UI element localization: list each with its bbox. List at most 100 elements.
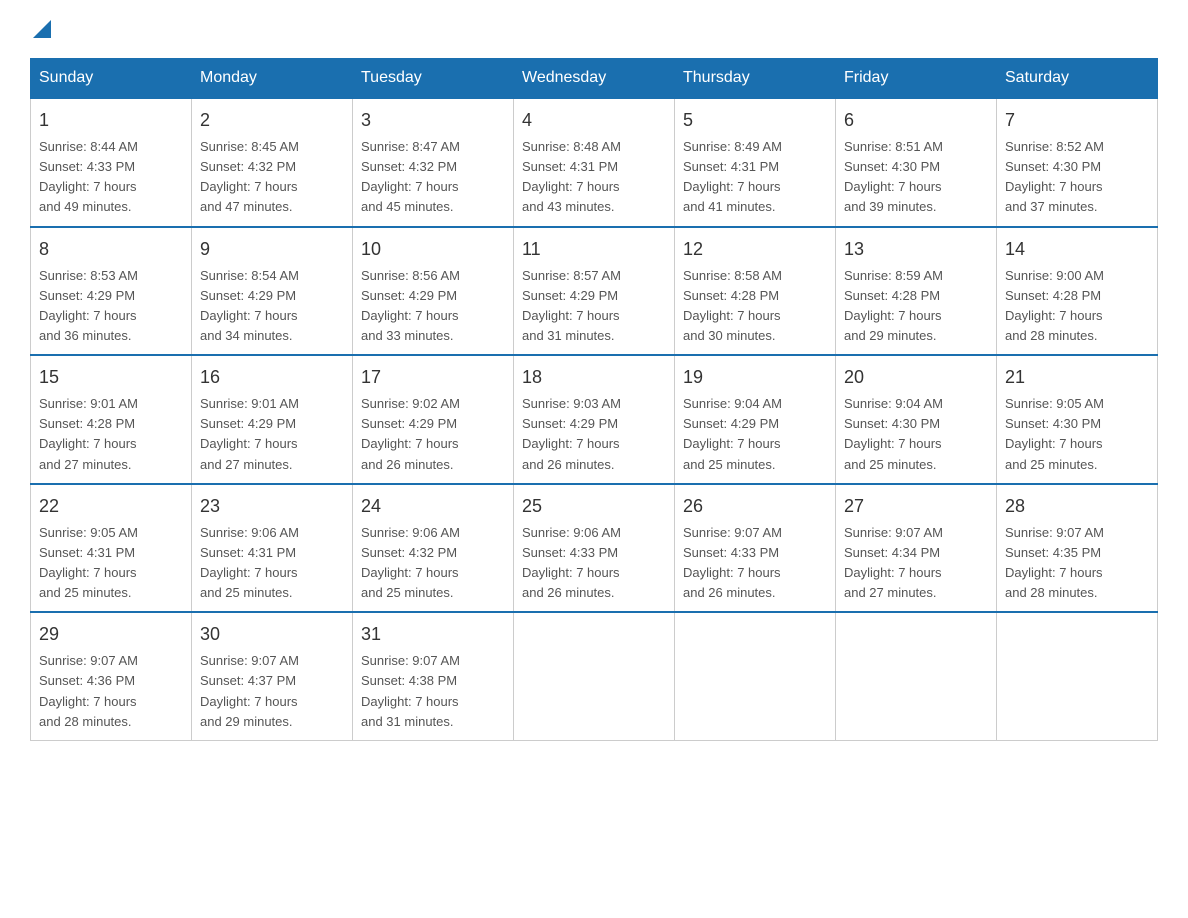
day-info: Sunrise: 9:06 AMSunset: 4:33 PMDaylight:… [522,523,666,604]
calendar-week-row: 15Sunrise: 9:01 AMSunset: 4:28 PMDayligh… [31,355,1158,484]
day-number: 26 [683,493,827,520]
day-info: Sunrise: 8:51 AMSunset: 4:30 PMDaylight:… [844,137,988,218]
day-number: 25 [522,493,666,520]
calendar-cell: 18 Sunrise: 9:03 AMSunset: 4:29 PMDayligh… [514,355,675,484]
day-info: Sunrise: 8:45 AMSunset: 4:32 PMDaylight:… [200,137,344,218]
day-info: Sunrise: 8:52 AMSunset: 4:30 PMDaylight:… [1005,137,1149,218]
logo [30,20,51,38]
day-number: 12 [683,236,827,263]
calendar-cell: 9 Sunrise: 8:54 AMSunset: 4:29 PMDaylight… [192,227,353,356]
calendar-cell: 1Sunrise: 8:44 AMSunset: 4:33 PMDaylight… [31,98,192,227]
calendar-table: SundayMondayTuesdayWednesdayThursdayFrid… [30,58,1158,741]
day-number: 1 [39,107,183,134]
day-number: 27 [844,493,988,520]
day-number: 17 [361,364,505,391]
page-header [30,20,1158,38]
day-number: 14 [1005,236,1149,263]
calendar-cell: 14 Sunrise: 9:00 AMSunset: 4:28 PMDayligh… [997,227,1158,356]
day-info: Sunrise: 8:48 AMSunset: 4:31 PMDaylight:… [522,137,666,218]
day-info: Sunrise: 9:07 AMSunset: 4:36 PMDaylight:… [39,651,183,732]
calendar-cell: 5 Sunrise: 8:49 AMSunset: 4:31 PMDaylight… [675,98,836,227]
day-number: 4 [522,107,666,134]
col-header-sunday: Sunday [31,59,192,99]
calendar-cell [836,612,997,740]
calendar-cell: 7 Sunrise: 8:52 AMSunset: 4:30 PMDaylight… [997,98,1158,227]
day-number: 19 [683,364,827,391]
day-number: 3 [361,107,505,134]
calendar-cell: 31 Sunrise: 9:07 AMSunset: 4:38 PMDayligh… [353,612,514,740]
calendar-cell: 10Sunrise: 8:56 AMSunset: 4:29 PMDayligh… [353,227,514,356]
calendar-cell: 26 Sunrise: 9:07 AMSunset: 4:33 PMDayligh… [675,484,836,613]
day-number: 22 [39,493,183,520]
day-number: 24 [361,493,505,520]
day-info: Sunrise: 9:06 AMSunset: 4:31 PMDaylight:… [200,523,344,604]
day-info: Sunrise: 8:49 AMSunset: 4:31 PMDaylight:… [683,137,827,218]
calendar-cell: 4 Sunrise: 8:48 AMSunset: 4:31 PMDaylight… [514,98,675,227]
calendar-cell: 25 Sunrise: 9:06 AMSunset: 4:33 PMDayligh… [514,484,675,613]
day-number: 13 [844,236,988,263]
day-info: Sunrise: 8:54 AMSunset: 4:29 PMDaylight:… [200,266,344,347]
col-header-friday: Friday [836,59,997,99]
day-number: 11 [522,236,666,263]
day-number: 9 [200,236,344,263]
calendar-cell [997,612,1158,740]
calendar-cell: 12 Sunrise: 8:58 AMSunset: 4:28 PMDayligh… [675,227,836,356]
calendar-cell: 22 Sunrise: 9:05 AMSunset: 4:31 PMDayligh… [31,484,192,613]
day-info: Sunrise: 8:53 AMSunset: 4:29 PMDaylight:… [39,266,183,347]
calendar-cell: 24 Sunrise: 9:06 AMSunset: 4:32 PMDayligh… [353,484,514,613]
col-header-saturday: Saturday [997,59,1158,99]
day-info: Sunrise: 9:07 AMSunset: 4:35 PMDaylight:… [1005,523,1149,604]
calendar-cell [514,612,675,740]
day-number: 2 [200,107,344,134]
day-info: Sunrise: 8:59 AMSunset: 4:28 PMDaylight:… [844,266,988,347]
day-info: Sunrise: 8:47 AMSunset: 4:32 PMDaylight:… [361,137,505,218]
calendar-cell: 3 Sunrise: 8:47 AMSunset: 4:32 PMDaylight… [353,98,514,227]
day-info: Sunrise: 9:05 AMSunset: 4:31 PMDaylight:… [39,523,183,604]
calendar-cell: 29 Sunrise: 9:07 AMSunset: 4:36 PMDayligh… [31,612,192,740]
calendar-cell [675,612,836,740]
calendar-week-row: 8 Sunrise: 8:53 AMSunset: 4:29 PMDaylight… [31,227,1158,356]
calendar-cell: 27Sunrise: 9:07 AMSunset: 4:34 PMDayligh… [836,484,997,613]
calendar-cell: 16 Sunrise: 9:01 AMSunset: 4:29 PMDayligh… [192,355,353,484]
day-number: 18 [522,364,666,391]
col-header-thursday: Thursday [675,59,836,99]
day-number: 20 [844,364,988,391]
day-info: Sunrise: 9:00 AMSunset: 4:28 PMDaylight:… [1005,266,1149,347]
day-info: Sunrise: 9:06 AMSunset: 4:32 PMDaylight:… [361,523,505,604]
day-info: Sunrise: 9:04 AMSunset: 4:29 PMDaylight:… [683,394,827,475]
day-number: 15 [39,364,183,391]
calendar-cell: 13 Sunrise: 8:59 AMSunset: 4:28 PMDayligh… [836,227,997,356]
day-info: Sunrise: 9:02 AMSunset: 4:29 PMDaylight:… [361,394,505,475]
calendar-cell: 30Sunrise: 9:07 AMSunset: 4:37 PMDayligh… [192,612,353,740]
day-number: 29 [39,621,183,648]
calendar-cell: 20Sunrise: 9:04 AMSunset: 4:30 PMDayligh… [836,355,997,484]
calendar-cell: 2 Sunrise: 8:45 AMSunset: 4:32 PMDaylight… [192,98,353,227]
calendar-cell: 23 Sunrise: 9:06 AMSunset: 4:31 PMDayligh… [192,484,353,613]
day-number: 6 [844,107,988,134]
day-info: Sunrise: 9:05 AMSunset: 4:30 PMDaylight:… [1005,394,1149,475]
day-number: 21 [1005,364,1149,391]
day-number: 23 [200,493,344,520]
day-number: 7 [1005,107,1149,134]
day-info: Sunrise: 8:56 AMSunset: 4:29 PMDaylight:… [361,266,505,347]
calendar-cell: 8 Sunrise: 8:53 AMSunset: 4:29 PMDaylight… [31,227,192,356]
day-number: 5 [683,107,827,134]
col-header-monday: Monday [192,59,353,99]
day-info: Sunrise: 9:01 AMSunset: 4:29 PMDaylight:… [200,394,344,475]
col-header-wednesday: Wednesday [514,59,675,99]
day-info: Sunrise: 8:57 AMSunset: 4:29 PMDaylight:… [522,266,666,347]
day-info: Sunrise: 9:03 AMSunset: 4:29 PMDaylight:… [522,394,666,475]
calendar-cell: 19 Sunrise: 9:04 AMSunset: 4:29 PMDayligh… [675,355,836,484]
day-number: 8 [39,236,183,263]
calendar-week-row: 22 Sunrise: 9:05 AMSunset: 4:31 PMDayligh… [31,484,1158,613]
day-info: Sunrise: 9:07 AMSunset: 4:37 PMDaylight:… [200,651,344,732]
day-info: Sunrise: 8:58 AMSunset: 4:28 PMDaylight:… [683,266,827,347]
day-number: 31 [361,621,505,648]
day-info: Sunrise: 9:07 AMSunset: 4:33 PMDaylight:… [683,523,827,604]
calendar-cell: 17 Sunrise: 9:02 AMSunset: 4:29 PMDayligh… [353,355,514,484]
calendar-cell: 28Sunrise: 9:07 AMSunset: 4:35 PMDayligh… [997,484,1158,613]
day-number: 16 [200,364,344,391]
day-info: Sunrise: 9:07 AMSunset: 4:38 PMDaylight:… [361,651,505,732]
calendar-week-row: 29 Sunrise: 9:07 AMSunset: 4:36 PMDayligh… [31,612,1158,740]
col-header-tuesday: Tuesday [353,59,514,99]
